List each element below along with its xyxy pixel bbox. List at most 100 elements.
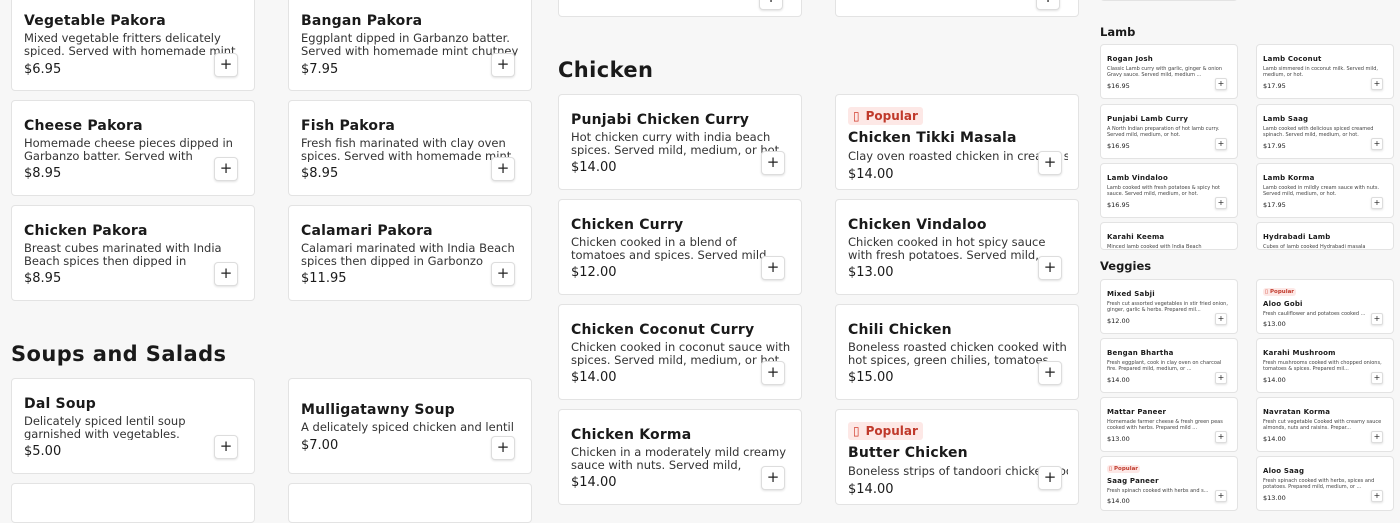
item-description: Homemade cheese pieces dipped in Garbanz… <box>24 137 233 162</box>
menu-item-card[interactable]: ▯ Popular Butter Chicken Boneless strips… <box>835 409 1079 505</box>
menu-item-card-partial[interactable] <box>288 483 532 523</box>
menu-item-card[interactable]: Chicken Coconut Curry Chicken cooked in … <box>558 304 802 400</box>
menu-item-card-partial[interactable]: + <box>558 0 802 17</box>
add-button[interactable]: + <box>759 0 783 10</box>
add-button[interactable]: + <box>1038 151 1062 175</box>
add-button[interactable]: + <box>214 262 238 286</box>
item-name: Calamari Pakora <box>301 223 433 239</box>
add-button[interactable]: + <box>491 436 515 460</box>
item-name: Karahi Mushroom <box>1263 349 1336 357</box>
add-button[interactable]: + <box>214 157 238 181</box>
menu-item-card[interactable]: Bengan Bhartha Fresh eggplant, cook in c… <box>1100 338 1238 393</box>
add-button[interactable]: + <box>761 466 785 490</box>
menu-item-card[interactable]: Fish Pakora Fresh fish marinated with cl… <box>288 100 532 196</box>
menu-item-card[interactable]: Chili Chicken Boneless roasted chicken c… <box>835 304 1079 400</box>
item-description: Classic Lamb curry with garlic, ginger &… <box>1107 66 1223 78</box>
menu-item-card[interactable]: Lamb Vindaloo Lamb cooked with fresh pot… <box>1100 163 1238 218</box>
add-button[interactable]: + <box>491 53 515 77</box>
menu-item-card[interactable]: Lamb Coconut Lamb simmered in coconut mi… <box>1256 44 1394 99</box>
add-button[interactable]: + <box>491 157 515 181</box>
item-name: Chicken Korma <box>571 427 692 443</box>
menu-item-card[interactable]: Bangan Pakora Eggplant dipped in Garbanz… <box>288 0 532 91</box>
item-price: $14.00 <box>571 370 617 385</box>
menu-item-card[interactable]: Cheese Pakora Homemade cheese pieces dip… <box>11 100 255 196</box>
item-price: $12.00 <box>571 265 617 280</box>
menu-item-card[interactable]: Punjabi Chicken Curry Hot chicken curry … <box>558 94 802 190</box>
item-price: $14.00 <box>1263 435 1286 443</box>
add-button[interactable]: + <box>214 53 238 77</box>
item-description: Fresh cut assorted vegetables in stir fr… <box>1107 301 1228 313</box>
menu-item-card[interactable]: Lamb Saag Lamb cooked with delicious spi… <box>1256 104 1394 159</box>
item-name: Lamb Korma <box>1263 174 1315 182</box>
menu-item-card[interactable]: Lamb Korma Lamb cooked in mildly cream s… <box>1256 163 1394 218</box>
menu-item-card[interactable]: Chicken Pakora Breast cubes marinated wi… <box>11 205 255 301</box>
add-button[interactable]: + <box>1215 197 1227 209</box>
item-name: Chicken Coconut Curry <box>571 322 755 338</box>
menu-item-card-partial[interactable] <box>1100 0 1238 1</box>
add-button[interactable]: + <box>1038 361 1062 385</box>
add-button[interactable]: + <box>1371 431 1383 443</box>
menu-item-card[interactable]: Aloo Saag Fresh spinach cooked with herb… <box>1256 456 1394 511</box>
item-price: $16.95 <box>1107 201 1130 209</box>
menu-item-card[interactable]: Rogan Josh Classic Lamb curry with garli… <box>1100 44 1238 99</box>
menu-item-card[interactable]: Chicken Curry Chicken cooked in a blend … <box>558 199 802 295</box>
menu-item-card[interactable]: Hydrabadi Lamb Cubes of lamb cooked Hydr… <box>1256 222 1394 250</box>
item-price: $5.00 <box>24 444 62 459</box>
item-description: Chicken cooked in hot spicy sauce with f… <box>848 236 1046 261</box>
item-name: Cheese Pakora <box>24 118 143 134</box>
add-button[interactable]: + <box>1371 197 1383 209</box>
add-button[interactable]: + <box>1371 313 1383 325</box>
add-button[interactable]: + <box>491 262 515 286</box>
add-button[interactable]: + <box>1215 431 1227 443</box>
item-price: $7.95 <box>301 62 339 77</box>
menu-item-card[interactable]: Calamari Pakora Calamari marinated with … <box>288 205 532 301</box>
popular-icon: ▯ <box>1109 466 1113 472</box>
item-name: Punjabi Lamb Curry <box>1107 115 1189 123</box>
menu-item-card[interactable]: Karahi Keema Minced lamb cooked with Ind… <box>1100 222 1238 250</box>
item-price: $14.00 <box>1107 376 1130 384</box>
add-button[interactable]: + <box>761 151 785 175</box>
popular-label: Popular <box>1114 466 1139 472</box>
menu-item-card-partial[interactable] <box>11 483 255 523</box>
add-button[interactable]: + <box>1371 78 1383 90</box>
menu-item-card[interactable]: Dal Soup Delicately spiced lentil soup g… <box>11 378 255 474</box>
menu-item-card-partial[interactable]: + <box>835 0 1079 17</box>
menu-item-card[interactable]: ▯ Popular Saag Paneer Fresh spinach cook… <box>1100 456 1238 511</box>
item-description: Lamb simmered in coconut milk. Served mi… <box>1263 66 1378 78</box>
add-button[interactable]: + <box>1371 138 1383 150</box>
section-title-veggies: Veggies <box>1100 259 1400 273</box>
add-button[interactable]: + <box>1036 0 1060 10</box>
add-button[interactable]: + <box>1215 313 1227 325</box>
item-description: Chicken in a moderately mild creamy sauc… <box>571 446 787 471</box>
menu-item-card[interactable]: Mixed Sabji Fresh cut assorted vegetable… <box>1100 279 1238 334</box>
add-button[interactable]: + <box>1215 138 1227 150</box>
add-button[interactable]: + <box>761 361 785 385</box>
menu-item-card[interactable]: Mattar Paneer Homemade farmer cheese & f… <box>1100 397 1238 452</box>
item-price: $12.00 <box>1107 317 1130 325</box>
menu-item-card[interactable]: Mulligatawny Soup A delicately spiced ch… <box>288 378 532 474</box>
item-description: Cubes of lamb cooked Hydrabadi masala <box>1263 244 1366 250</box>
menu-item-card[interactable]: Chicken Korma Chicken in a moderately mi… <box>558 409 802 505</box>
menu-item-card[interactable]: Vegetable Pakora Mixed vegetable fritter… <box>11 0 255 91</box>
add-button[interactable]: + <box>1038 466 1062 490</box>
item-name: Hydrabadi Lamb <box>1263 233 1331 241</box>
item-description: Delicately spiced lentil soup garnished … <box>24 415 186 440</box>
add-button[interactable]: + <box>761 256 785 280</box>
item-name: Vegetable Pakora <box>24 13 166 29</box>
add-button[interactable]: + <box>1371 372 1383 384</box>
add-button[interactable]: + <box>1215 78 1227 90</box>
add-button[interactable]: + <box>1038 256 1062 280</box>
add-button[interactable]: + <box>1371 490 1383 502</box>
menu-item-card[interactable]: ▯ Popular Aloo Gobi Fresh cauliflower an… <box>1256 279 1394 334</box>
menu-item-card[interactable]: Karahi Mushroom Fresh mushrooms cooked w… <box>1256 338 1394 393</box>
item-price: $8.95 <box>24 271 62 286</box>
add-button[interactable]: + <box>214 435 238 459</box>
item-description: A North Indian preparation of hot lamb c… <box>1107 126 1220 138</box>
add-button[interactable]: + <box>1215 372 1227 384</box>
menu-item-card[interactable]: Chicken Vindaloo Chicken cooked in hot s… <box>835 199 1079 295</box>
menu-item-card[interactable]: Punjabi Lamb Curry A North Indian prepar… <box>1100 104 1238 159</box>
menu-item-card[interactable]: ▯ Popular Chicken Tikki Masala Clay oven… <box>835 94 1079 190</box>
add-button[interactable]: + <box>1215 490 1227 502</box>
popular-icon: ▯ <box>853 424 860 438</box>
menu-item-card[interactable]: Navratan Korma Fresh cut vegetable Cooke… <box>1256 397 1394 452</box>
